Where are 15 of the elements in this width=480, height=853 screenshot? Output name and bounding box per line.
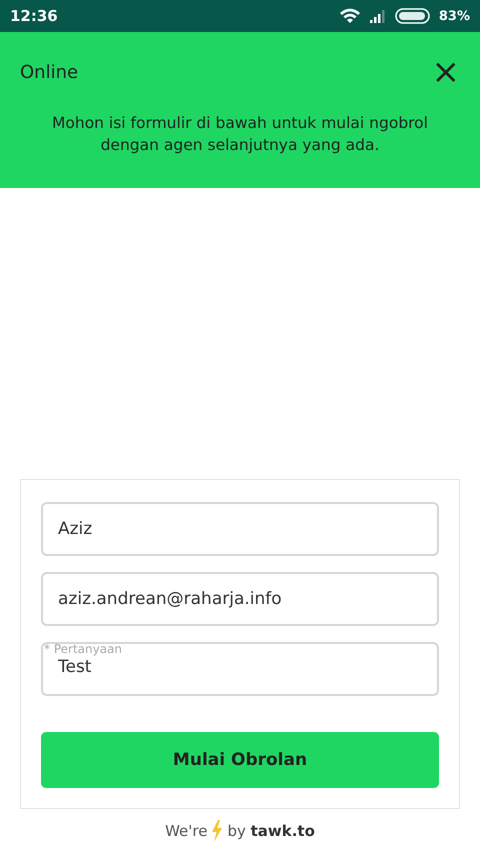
close-button[interactable]: × <box>432 55 460 89</box>
field-label: * Pertanyaan <box>44 642 122 656</box>
footer-text: We're <box>165 822 208 840</box>
clock: 12:36 <box>10 7 59 25</box>
status-title: Online <box>20 62 78 82</box>
lightning-icon <box>211 820 224 842</box>
battery-percentage: 83% <box>438 8 470 24</box>
signal-icon <box>368 9 387 23</box>
footer-credit: by tawk.to <box>227 822 315 840</box>
header-message: Mohon isi formulir di bawah untuk mulai ngobrol dengan agen selanjutnya yang ada. <box>51 113 429 156</box>
input-field[interactable]: aziz.andrean@raharja.info <box>41 572 439 626</box>
input-field[interactable]: Aziz <box>41 502 439 556</box>
battery-icon <box>394 8 431 24</box>
start-chat-button[interactable]: Mulai Obrolan <box>41 732 439 788</box>
wifi-icon <box>338 8 361 24</box>
